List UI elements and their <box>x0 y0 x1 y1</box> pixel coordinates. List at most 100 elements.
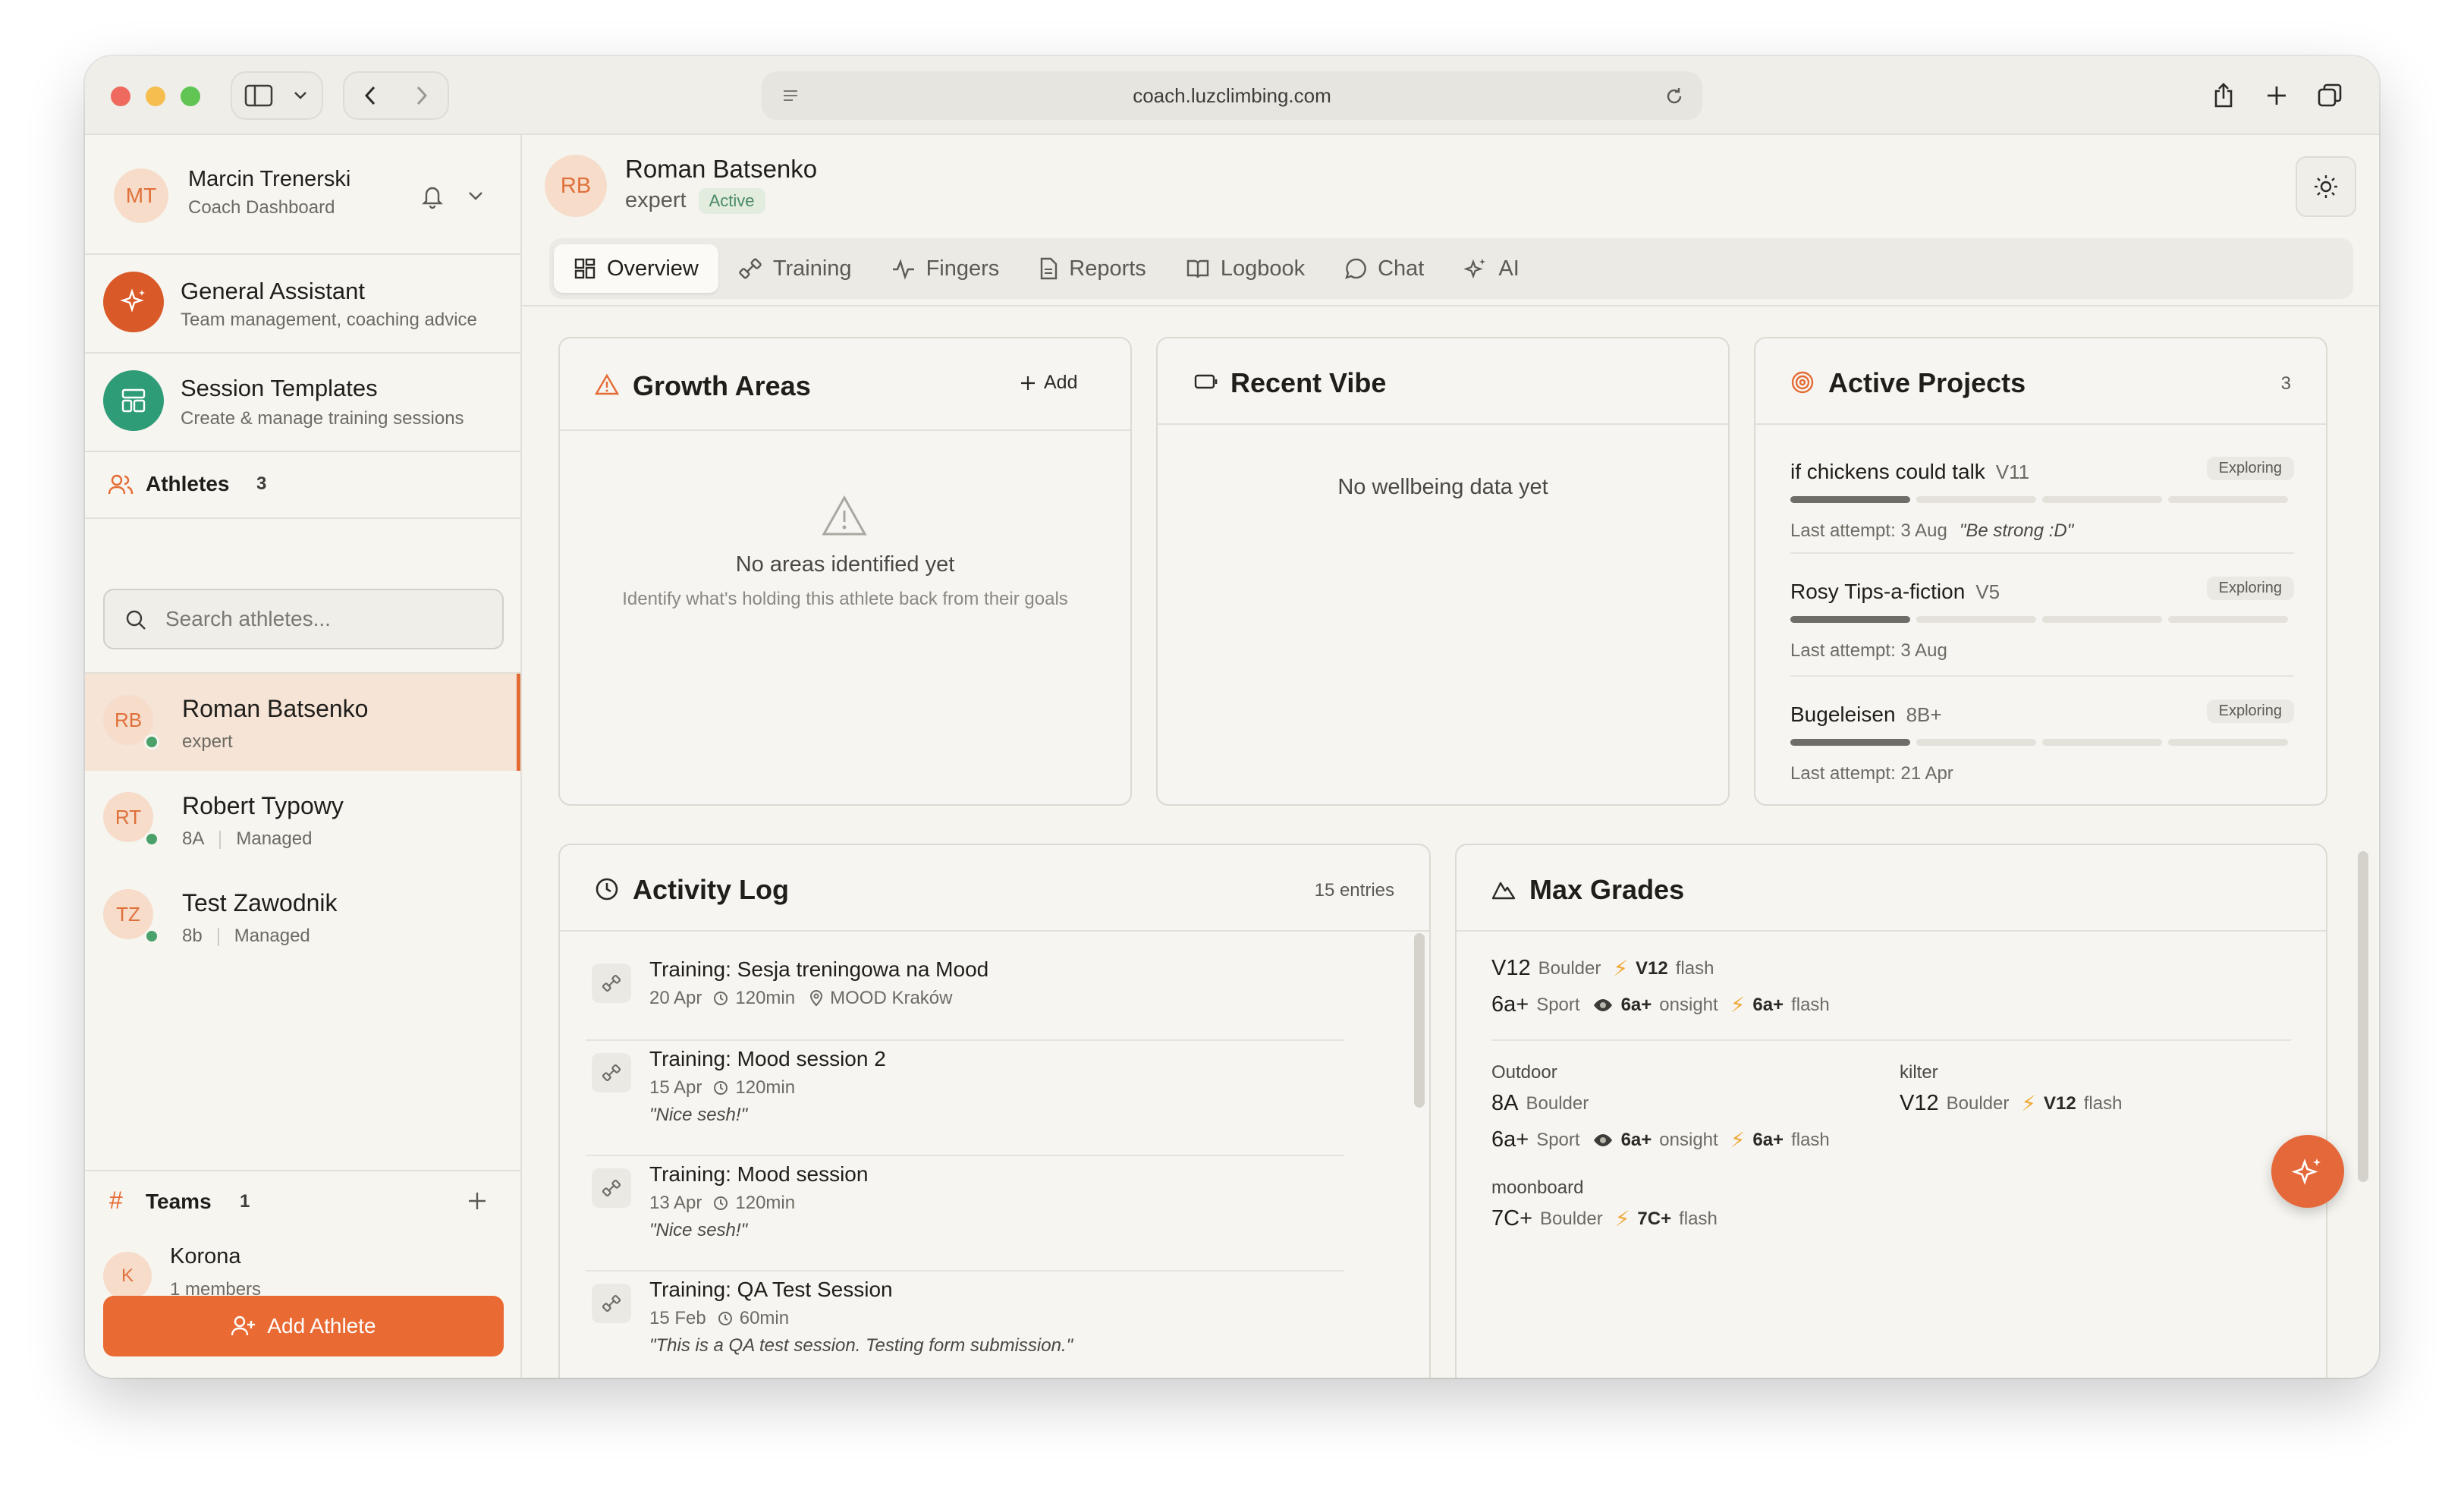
tab-overview[interactable]: Overview <box>554 244 718 293</box>
athletes-section-header: Athletes 3 <box>85 452 520 517</box>
project-grade: 8B+ <box>1906 703 1942 726</box>
grade-type: Boulder <box>1946 1092 2010 1114</box>
card-title: Recent Vibe <box>1230 367 1387 398</box>
project-item[interactable]: if chickens could talk V11 Exploring Last… <box>1790 442 2294 555</box>
flash-label: flash <box>2083 1092 2123 1114</box>
athlete-level: expert <box>182 731 233 752</box>
athlete-level: 8A <box>182 828 205 849</box>
teams-section-header: # Teams 1 <box>85 1171 520 1232</box>
reload-icon[interactable] <box>1663 85 1686 108</box>
activity-item[interactable]: Training: Mood session 2 15 Apr 120min "… <box>583 1047 1372 1153</box>
activity-note: "This is a QA test session. Testing form… <box>649 1335 1073 1356</box>
browser-window: coach.luzclimbing.com MT Marcin Trenersk… <box>85 56 2379 1378</box>
tab-label: Training <box>772 256 852 281</box>
activity-item[interactable]: Training: QA Test Session 15 Feb 60min "… <box>583 1278 1372 1378</box>
active-projects-card: Active Projects 3 if chickens could talk… <box>1754 337 2327 806</box>
book-icon <box>1186 259 1209 278</box>
tabs-icon <box>2318 83 2342 107</box>
athlete-header: RB Roman Batsenko expert Active Overview … <box>522 135 2379 306</box>
flash-grade: 6a+ <box>1752 994 1784 1015</box>
chevron-right-icon <box>416 86 428 105</box>
dumbbell-icon <box>592 1284 631 1323</box>
activity-meta: 20 Apr 120min MOOD Kraków <box>649 988 952 1009</box>
search-athletes-input[interactable]: Search athletes... <box>103 589 504 649</box>
eye-icon <box>1593 998 1612 1011</box>
ai-assistant-fab[interactable] <box>2271 1135 2344 1208</box>
max-grade: 8A <box>1491 1091 1519 1115</box>
clock-icon <box>714 992 728 1005</box>
general-assistant-item[interactable]: General Assistant Team management, coach… <box>85 255 520 352</box>
activity-title: Training: QA Test Session <box>649 1278 893 1301</box>
dumbbell-icon <box>592 1053 631 1092</box>
activity-item[interactable]: Training: Sesja treningowa na Mood 20 Ap… <box>583 957 1372 1041</box>
tab-label: Chat <box>1378 256 1425 281</box>
general-assistant-title: General Assistant <box>181 278 365 304</box>
project-status-badge: Exploring <box>2206 577 2294 600</box>
bell-icon[interactable] <box>420 184 445 209</box>
athlete-item-roman-batsenko[interactable]: RB Roman Batsenko expert <box>85 674 520 771</box>
progress-step <box>2042 739 2162 746</box>
card-header: Max Grades <box>1457 845 2326 932</box>
add-growth-area-button[interactable]: Add <box>1020 372 1077 394</box>
athlete-name: Robert Typowy <box>182 792 344 819</box>
tab-chat[interactable]: Chat <box>1325 244 1444 293</box>
max-grade: V12 <box>1900 1091 1939 1115</box>
tab-training[interactable]: Training <box>718 244 872 293</box>
tab-ai[interactable]: AI <box>1444 244 1538 293</box>
onsight-label: onsight <box>1659 1129 1718 1150</box>
theme-toggle-button[interactable] <box>2296 156 2356 217</box>
sidebar-toggle-button[interactable] <box>232 73 285 118</box>
maximize-window-button[interactable] <box>181 86 200 106</box>
project-item[interactable]: Rosy Tips-a-fiction V5 Exploring Last att… <box>1790 564 2294 678</box>
session-templates-item[interactable]: Session Templates Create & manage traini… <box>85 354 520 451</box>
team-avatar: K <box>103 1252 152 1300</box>
new-tab-button[interactable] <box>2250 71 2303 120</box>
address-bar[interactable]: coach.luzclimbing.com <box>762 71 1702 120</box>
plus-icon <box>1021 376 1035 390</box>
card-title: Activity Log <box>633 874 790 905</box>
sidebar-icon <box>244 84 273 107</box>
tab-label: Overview <box>607 256 699 281</box>
close-window-button[interactable] <box>111 86 130 106</box>
grade-row: V12 Boulder ⚡ V12 flash <box>1900 1091 2122 1116</box>
session-templates-title: Session Templates <box>181 375 378 401</box>
divider <box>586 1270 1344 1272</box>
back-button[interactable] <box>344 73 396 118</box>
divider <box>85 517 520 519</box>
project-item[interactable]: Bugeleisen 8B+ Exploring Last attempt: 21… <box>1790 687 2294 801</box>
tab-label: Reports <box>1069 256 1146 281</box>
user-name: Marcin Trenerski <box>188 167 351 191</box>
activity-item[interactable]: Training: Mood session 13 Apr 120min "Ni… <box>583 1162 1372 1268</box>
sidebar: MT Marcin Trenerski Coach Dashboard Gene… <box>85 135 522 1378</box>
tab-reports[interactable]: Reports <box>1019 244 1166 293</box>
page-scrollbar[interactable] <box>2358 851 2368 1182</box>
page-menu-icon[interactable] <box>780 85 801 106</box>
file-icon <box>1041 257 1058 280</box>
activity-scrollbar[interactable] <box>1414 933 1425 1108</box>
progress-step <box>1790 496 1910 503</box>
athlete-item-robert-typowy[interactable]: RT Robert Typowy 8A Managed <box>85 771 520 868</box>
athlete-name: Roman Batsenko <box>182 695 369 722</box>
flash-label: flash <box>1675 957 1714 979</box>
tab-logbook[interactable]: Logbook <box>1166 244 1325 293</box>
activity-date: 13 Apr <box>649 1193 702 1213</box>
minimize-window-button[interactable] <box>146 86 165 106</box>
chevron-down-icon[interactable] <box>467 190 484 202</box>
tab-overview-button[interactable] <box>2303 71 2356 120</box>
layout-icon <box>103 370 164 431</box>
flash-label: flash <box>1679 1208 1718 1229</box>
tab-overview-dropdown-button[interactable] <box>285 73 316 118</box>
add-athlete-button[interactable]: Add Athlete <box>103 1296 504 1356</box>
tab-fingers[interactable]: Fingers <box>872 244 1020 293</box>
online-status-dot <box>144 734 159 750</box>
user-menu[interactable]: MT Marcin Trenerski Coach Dashboard <box>85 135 520 253</box>
share-button[interactable] <box>2197 71 2250 120</box>
card-title: Active Projects <box>1828 367 2026 398</box>
forward-button[interactable] <box>396 73 448 118</box>
add-team-icon[interactable] <box>467 1191 487 1211</box>
hash-icon: # <box>109 1187 123 1214</box>
athlete-tabs: Overview Training Fingers Reports Logboo… <box>549 238 2353 299</box>
athlete-name: Test Zawodnik <box>182 889 338 916</box>
athlete-item-test-zawodnik[interactable]: TZ Test Zawodnik 8b Managed <box>85 868 520 965</box>
target-icon <box>1791 371 1814 394</box>
